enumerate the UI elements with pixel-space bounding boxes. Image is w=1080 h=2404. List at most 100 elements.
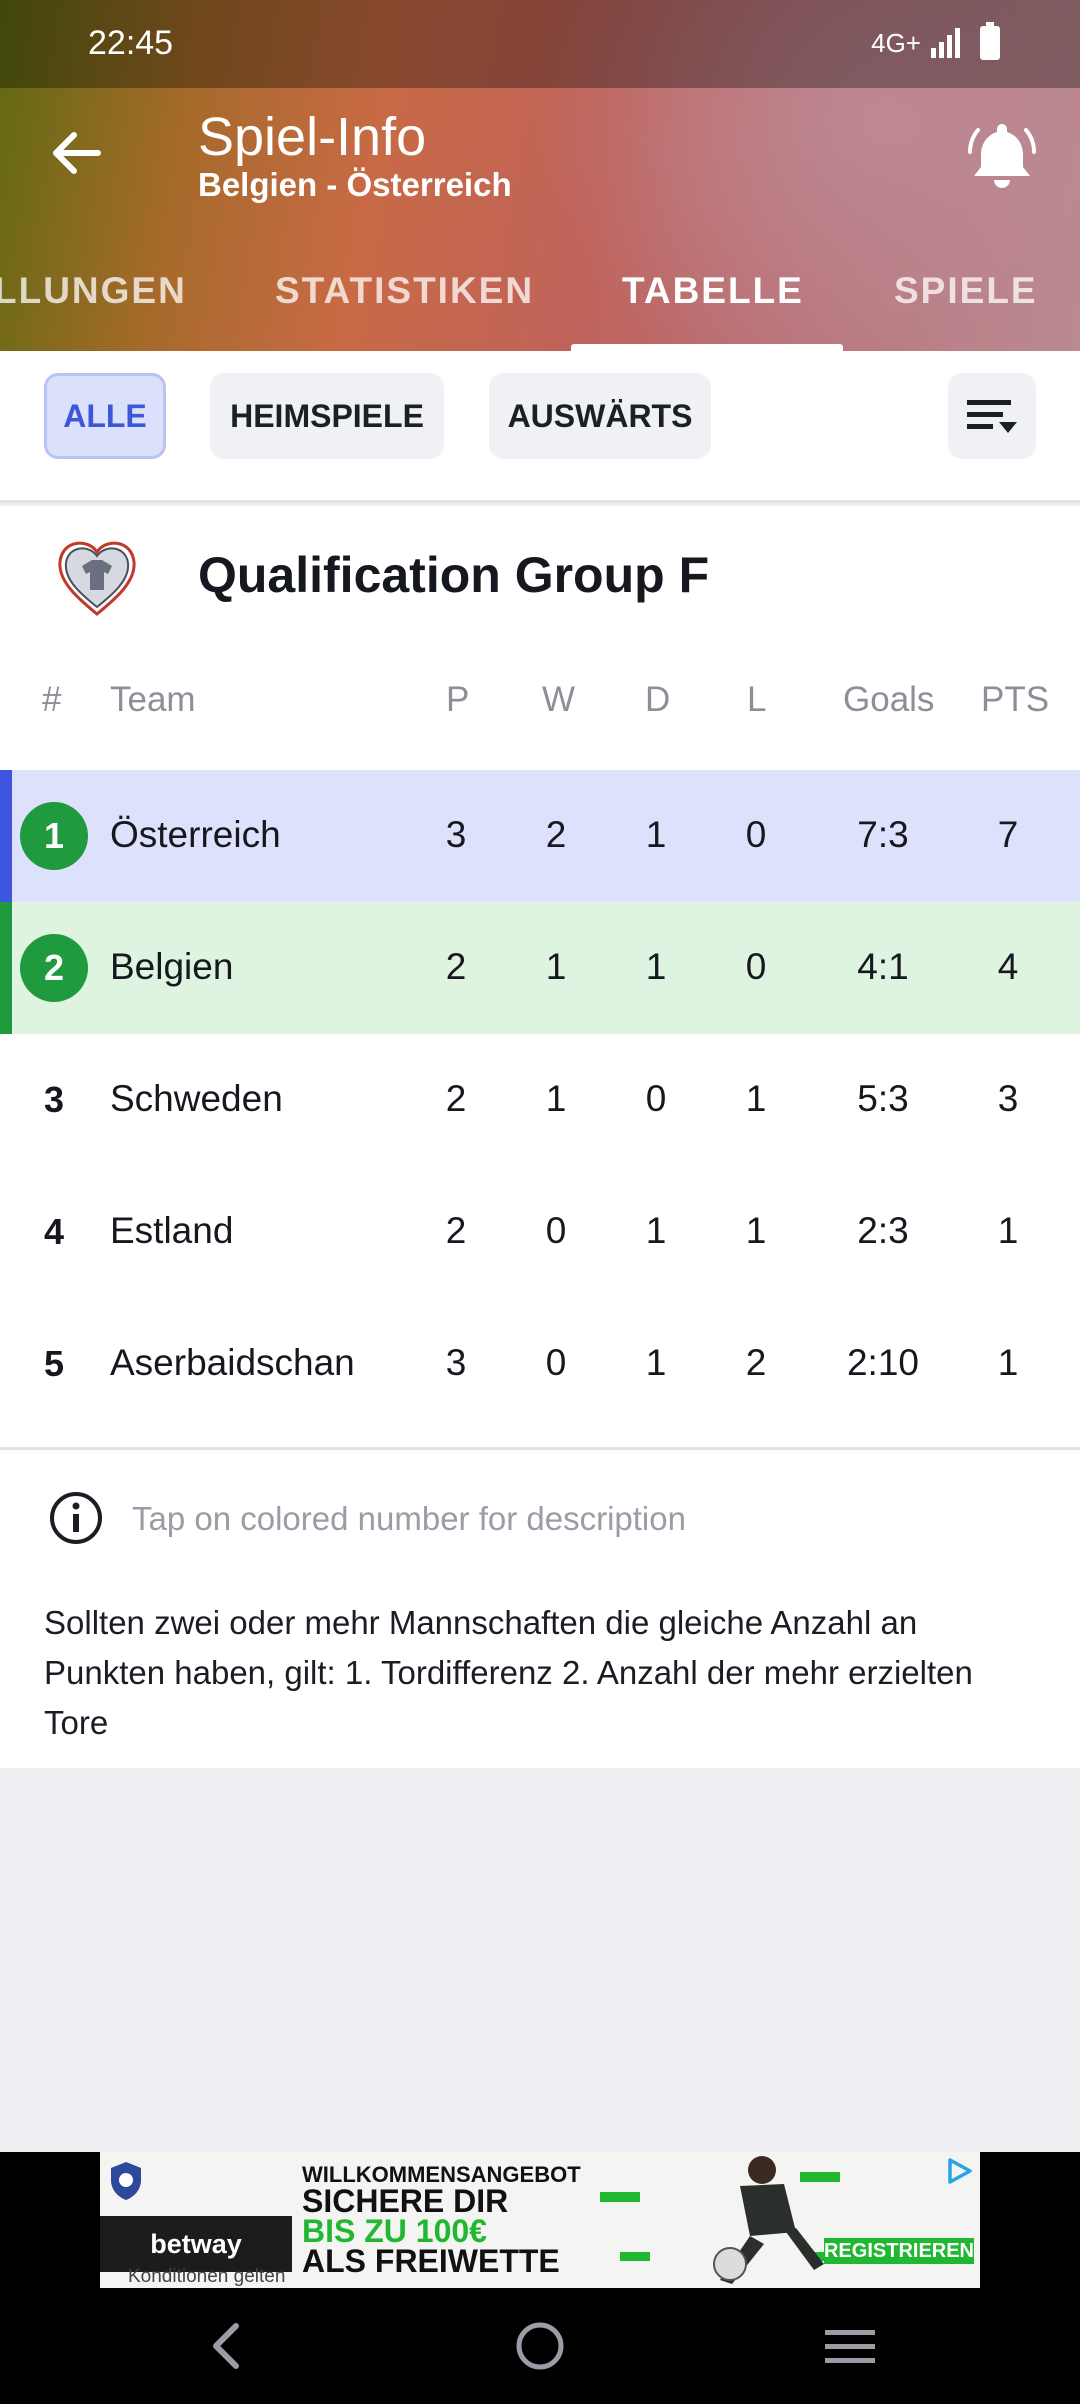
- cell-points: 1: [997, 1342, 1019, 1383]
- cell-won: 1: [545, 946, 567, 987]
- cell-draw: 1: [645, 1210, 667, 1251]
- ad-line-4: ALS FREIWETTE: [302, 2243, 560, 2279]
- active-tab-indicator: [571, 344, 843, 351]
- cell-draw: 1: [645, 946, 667, 987]
- cell-won: 0: [545, 1342, 567, 1383]
- cell-played: 3: [445, 814, 467, 855]
- shield-icon: [111, 2162, 141, 2200]
- team-name: Belgien: [110, 946, 234, 987]
- info-section: Tap on colored number for description So…: [0, 1450, 1080, 1768]
- rank-badge[interactable]: 1: [20, 802, 88, 870]
- status-icons: 4G+: [871, 22, 1000, 60]
- tab-spiele[interactable]: SPIELE: [894, 270, 1038, 312]
- cell-played: 2: [445, 1078, 467, 1119]
- bell-icon: [968, 124, 1036, 188]
- system-nav-bar: [0, 2288, 1080, 2404]
- sort-button[interactable]: [948, 373, 1036, 459]
- back-button[interactable]: [44, 120, 110, 186]
- battery-icon: [980, 22, 1000, 60]
- cell-goals: 5:3: [857, 1078, 909, 1119]
- tiebreak-rules: Sollten zwei oder mehr Mannschaften die …: [44, 1604, 973, 1741]
- cell-draw: 1: [645, 1342, 667, 1383]
- tab-aufstellungen[interactable]: LLUNGEN: [0, 270, 187, 312]
- sort-icon: [967, 400, 1017, 433]
- col-won: W: [542, 680, 576, 719]
- cell-points: 4: [997, 946, 1019, 987]
- cell-played: 3: [445, 1342, 467, 1383]
- competition-title: Qualification Group F: [198, 547, 710, 603]
- match-subtitle: Belgien - Österreich: [198, 166, 512, 203]
- cell-won: 2: [545, 814, 567, 855]
- ad-banner[interactable]: betway Konditionen gelten WILLKOMMENSANG…: [100, 2152, 980, 2288]
- ad-register-button[interactable]: REGISTRIEREN: [824, 2238, 974, 2264]
- status-bar: 22:45 4G+: [0, 0, 1080, 88]
- col-lost: L: [747, 680, 767, 719]
- cell-draw: 1: [645, 814, 667, 855]
- app-header: 22:45 4G+ Spiel-Info Belgien - Österreic…: [0, 0, 1080, 351]
- cell-lost: 2: [745, 1342, 767, 1383]
- network-label: 4G+: [871, 27, 921, 58]
- cell-draw: 0: [645, 1078, 667, 1119]
- ad-brand-logo: betway: [100, 2216, 292, 2272]
- cell-points: 7: [997, 814, 1019, 855]
- cell-won: 1: [545, 1078, 567, 1119]
- nav-home-icon[interactable]: [505, 2316, 575, 2376]
- nav-back-icon[interactable]: [192, 2316, 262, 2376]
- col-draw: D: [645, 680, 671, 719]
- col-rank: #: [42, 680, 62, 719]
- team-name: Aserbaidschan: [110, 1342, 355, 1383]
- col-goals: Goals: [843, 680, 935, 719]
- legend-hint: Tap on colored number for description: [132, 1500, 686, 1537]
- table-row[interactable]: 3 Schweden 2 1 0 1 5:3 3: [0, 1034, 1080, 1166]
- col-team: Team: [110, 680, 196, 719]
- rank-number: 4: [43, 1211, 65, 1252]
- arrow-left-icon: [53, 132, 101, 174]
- cell-points: 1: [997, 1210, 1019, 1251]
- table-row[interactable]: 2 Belgien 2 1 1 0 4:1 4: [0, 902, 1080, 1034]
- cell-lost: 1: [745, 1078, 767, 1119]
- cell-points: 3: [997, 1078, 1019, 1119]
- tab-bar: LLUNGEN STATISTIKEN TABELLE SPIELE: [0, 258, 1080, 351]
- rank-badge[interactable]: 2: [20, 934, 88, 1002]
- info-icon: [50, 1492, 102, 1544]
- nav-recents-icon[interactable]: [815, 2316, 885, 2376]
- filter-auswaerts[interactable]: AUSWÄRTS: [489, 373, 711, 459]
- cell-played: 2: [445, 946, 467, 987]
- standings-card: Qualification Group F # Team P W D L Goa…: [0, 506, 1080, 1450]
- tab-tabelle[interactable]: TABELLE: [622, 270, 804, 312]
- ad-area: betway Konditionen gelten WILLKOMMENSANG…: [0, 2152, 1080, 2288]
- cell-won: 0: [545, 1210, 567, 1251]
- ad-line-3: BIS ZU 100€: [302, 2213, 487, 2249]
- filter-heimspiele[interactable]: HEIMSPIELE: [210, 373, 444, 459]
- table-row[interactable]: 1 Österreich 3 2 1 0 7:3 7: [0, 770, 1080, 902]
- ad-terms: Konditionen gelten: [128, 2266, 286, 2287]
- cell-goals: 7:3: [857, 814, 909, 855]
- filter-alle[interactable]: ALLE: [44, 373, 166, 459]
- ad-choices-icon[interactable]: [944, 2156, 974, 2186]
- team-name: Estland: [110, 1210, 234, 1251]
- status-time: 22:45: [88, 24, 174, 62]
- rank-number: 5: [43, 1343, 65, 1384]
- rank-number: 3: [43, 1079, 65, 1120]
- table-row[interactable]: 4 Estland 2 0 1 1 2:3 1: [0, 1166, 1080, 1298]
- cell-goals: 2:3: [857, 1210, 909, 1251]
- cell-goals: 2:10: [846, 1342, 919, 1383]
- signal-icon: [931, 28, 960, 58]
- competition-logo: [52, 530, 142, 620]
- cell-played: 2: [445, 1210, 467, 1251]
- page-title: Spiel-Info: [198, 107, 427, 167]
- col-points: PTS: [981, 680, 1050, 719]
- qualification-bar: [0, 902, 12, 1034]
- table-row[interactable]: 5 Aserbaidschan 3 0 1 2 2:10 1: [0, 1298, 1080, 1430]
- cell-lost: 0: [745, 814, 767, 855]
- tab-statistiken[interactable]: STATISTIKEN: [275, 270, 534, 312]
- filter-bar: ALLE HEIMSPIELE AUSWÄRTS: [0, 351, 1080, 503]
- ad-line-2: SICHERE DIR: [302, 2183, 509, 2219]
- table-header: # Team P W D L Goals PTS: [0, 654, 1080, 744]
- cell-goals: 4:1: [857, 946, 909, 987]
- ad-player-image: [600, 2156, 846, 2284]
- cell-lost: 0: [745, 946, 767, 987]
- qualification-bar: [0, 770, 12, 902]
- col-played: P: [446, 680, 470, 719]
- notification-button[interactable]: [964, 116, 1040, 192]
